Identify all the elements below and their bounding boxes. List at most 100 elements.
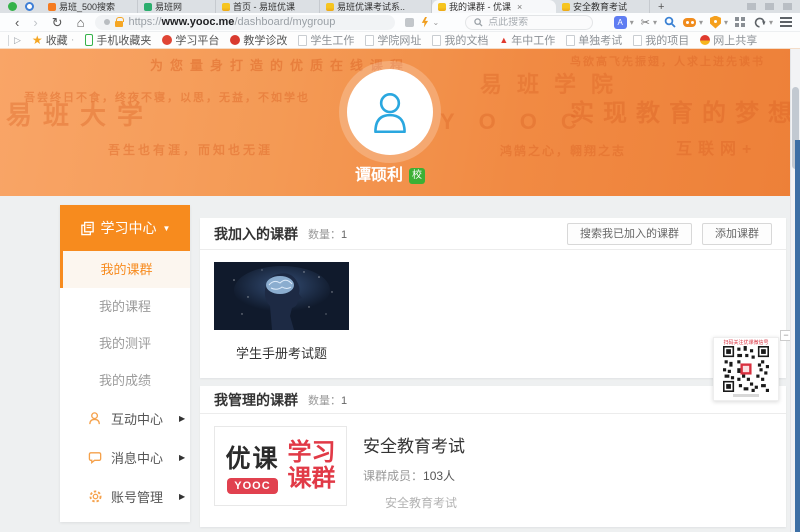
maximize-window-icon[interactable] <box>765 3 774 10</box>
forward-icon[interactable]: › <box>26 14 44 31</box>
bookmark-my-project[interactable]: 我的项目 <box>633 32 689 48</box>
bookmark-learn-platform[interactable]: 学习平台 <box>162 32 219 48</box>
sidebar-item-message-center[interactable]: 消息中心 ▶ <box>60 438 190 477</box>
chevron-down-icon[interactable]: ⌄ <box>432 18 439 27</box>
chevron-down-icon[interactable]: ▾ <box>630 18 634 27</box>
extension-icon[interactable] <box>405 18 414 27</box>
bookmark-exam[interactable]: 单独考试 <box>566 32 622 48</box>
site-info-icon[interactable] <box>104 19 110 25</box>
url-text[interactable]: https://www.yooc.me/dashboard/mygroup <box>128 16 335 28</box>
course-title[interactable]: 学生手册考试题 <box>214 343 349 362</box>
expand-bookmarks-icon[interactable]: ▷ <box>8 35 21 46</box>
url-field[interactable]: https://www.yooc.me/dashboard/mygroup <box>95 15 395 30</box>
close-window-icon[interactable] <box>783 3 792 10</box>
game-center-icon[interactable] <box>683 18 696 27</box>
bookmark-midyear[interactable]: ▲年中工作 <box>499 32 555 48</box>
bookmark-teaching[interactable]: 教学诊改 <box>230 32 287 48</box>
address-bar: ‹ › ↻ ⌂ https://www.yooc.me/dashboard/my… <box>0 13 800 32</box>
banner-watermark: 为您量身打造的优质在线课程 <box>150 55 410 74</box>
bookmark-college-site[interactable]: 学院网址 <box>365 32 421 48</box>
back-icon[interactable]: ‹ <box>8 14 26 31</box>
page-icon <box>566 35 575 46</box>
group-label: 消息中心 <box>111 448 163 467</box>
chat-icon <box>88 450 103 465</box>
sidebar-item-interaction-center[interactable]: 互动中心 ▶ <box>60 399 190 438</box>
chevron-down-icon[interactable]: ▾ <box>769 18 773 27</box>
qr-widget[interactable]: 扫码关注优课微信号 <box>713 337 779 401</box>
tab-home-yooc[interactable]: 首页 - 易班优课 <box>216 0 320 13</box>
tab-mygroup-active[interactable]: 我的课群 - 优课 × <box>432 0 556 13</box>
apps-grid-icon[interactable] <box>735 17 739 21</box>
url-host: www.yooc.me <box>161 16 234 28</box>
add-group-button[interactable]: 添加课群 <box>702 223 772 245</box>
page-icon <box>633 35 642 46</box>
search-input[interactable] <box>488 17 570 28</box>
joined-groups-card: 我加入的课群 数量：1 搜索我已加入的课群 添加课群 <box>200 218 786 378</box>
tab-label: 易班优课考试系.. <box>337 0 405 13</box>
reload-icon[interactable]: ↻ <box>45 14 70 31</box>
group-title[interactable]: 安全教育考试 <box>363 432 465 457</box>
chevron-right-icon: ▶ <box>179 453 185 462</box>
tab-bar: 易班_500搜索 易班网 首页 - 易班优课 易班优课考试系.. 我的课群 - … <box>0 0 800 13</box>
tab-yiban[interactable]: 易班网 <box>138 0 216 13</box>
logo-tagline: 学习 课群 <box>288 440 336 493</box>
chevron-right-icon: ▶ <box>179 414 185 423</box>
bookmark-student-work[interactable]: 学生工作 <box>298 32 354 48</box>
chevron-down-icon[interactable]: ▾ <box>724 18 728 27</box>
sidebar-item-my-groups[interactable]: 我的课群 <box>60 251 190 288</box>
search-box[interactable] <box>465 15 593 30</box>
search-joined-groups-button[interactable]: 搜索我已加入的课群 <box>567 223 692 245</box>
find-icon[interactable] <box>664 16 676 28</box>
undo-icon[interactable] <box>753 16 766 28</box>
chevron-down-icon[interactable]: ▾ <box>699 18 703 27</box>
tab-safety-exam[interactable]: 安全教育考试 <box>556 0 650 13</box>
minimize-window-icon[interactable] <box>747 3 756 10</box>
favorites-button[interactable]: ★收藏· <box>32 32 74 48</box>
main-content: 我加入的课群 数量：1 搜索我已加入的课群 添加课群 <box>200 218 786 532</box>
browser-window: 易班_500搜索 易班网 首页 - 易班优课 易班优课考试系.. 我的课群 - … <box>0 0 800 532</box>
translate-icon[interactable]: A <box>614 16 627 29</box>
sidebar-item-account-settings[interactable]: 账号管理 ▶ <box>60 477 190 516</box>
dot-separator: · <box>71 34 75 46</box>
toolbar-icons: A▾ ✂▾ ▾ ▾ ▾ <box>614 16 792 29</box>
screenshot-scissors-icon[interactable]: ✂ <box>641 16 650 29</box>
sidebar-item-my-grades[interactable]: 我的成绩 <box>60 362 190 399</box>
browser-logo-icon[interactable] <box>8 2 17 11</box>
joined-groups-body: 学生手册考试题 <box>200 250 786 378</box>
count-text: 数量：1 <box>308 392 347 408</box>
sidebar-item-my-courses[interactable]: 我的课程 <box>60 288 190 325</box>
chevron-down-icon[interactable]: ▾ <box>653 18 657 27</box>
group-label: 互动中心 <box>111 409 163 428</box>
logo-tagline-line: 学习 <box>288 440 336 466</box>
menu-icon[interactable] <box>780 17 792 19</box>
count-label: 数量： <box>308 395 341 407</box>
home-icon[interactable]: ⌂ <box>70 14 92 31</box>
bookmark-phone-folder[interactable]: 手机收藏夹 <box>85 32 151 48</box>
count-value: 1 <box>341 229 347 241</box>
lock-icon <box>115 21 123 27</box>
yooc-favicon <box>562 3 570 11</box>
managed-group-row[interactable]: 优课 YOOC 学习 课群 安全教育考试 课群成员：103人 安全教育考试 <box>214 426 772 511</box>
security-shield-icon[interactable] <box>710 16 721 29</box>
bookmark-online-share[interactable]: 网上共享 <box>700 32 757 48</box>
course-card[interactable]: 学生手册考试题 <box>214 262 349 362</box>
joined-groups-header: 我加入的课群 数量：1 搜索我已加入的课群 添加课群 <box>200 218 786 250</box>
bookmark-label: 单独考试 <box>578 32 622 48</box>
count-text: 数量：1 <box>308 226 347 242</box>
tab-search[interactable]: 易班_500搜索 <box>42 0 138 13</box>
speed-mode-icon[interactable] <box>420 17 429 28</box>
new-tab-button[interactable]: + <box>650 0 672 13</box>
avatar[interactable] <box>347 69 433 155</box>
close-tab-icon[interactable]: × <box>517 2 522 12</box>
sidebar-learn-center[interactable]: 学习中心 ▼ <box>60 205 190 251</box>
bookmark-my-docs[interactable]: 我的文档 <box>432 32 488 48</box>
red-yellow-ball-icon <box>700 35 710 45</box>
yooc-favicon <box>438 3 446 11</box>
url-path: /dashboard/mygroup <box>234 16 335 28</box>
qr-footnote <box>733 394 759 397</box>
sidebar-item-my-assessments[interactable]: 我的测评 <box>60 325 190 362</box>
download-icon[interactable] <box>25 2 34 11</box>
bookmark-label: 学生工作 <box>310 32 354 48</box>
tab-exam-system[interactable]: 易班优课考试系.. <box>320 0 432 13</box>
search-icon <box>474 18 483 27</box>
